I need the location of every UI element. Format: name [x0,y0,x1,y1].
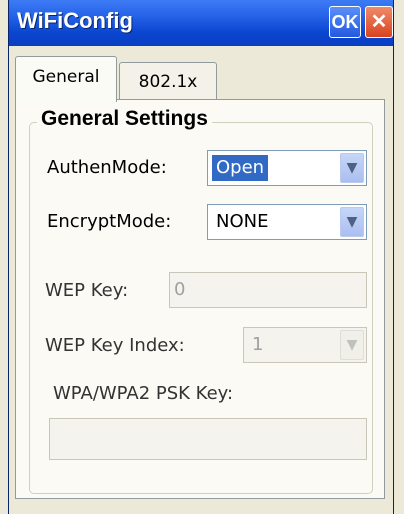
authen-mode-value: Open [212,155,269,181]
encrypt-mode-label: EncryptMode: [47,211,172,232]
chevron-down-icon[interactable]: ▼ [340,207,364,237]
chevron-down-icon[interactable]: ▼ [340,330,364,360]
tab-general[interactable]: General [15,56,117,102]
wep-key-index-label: WEP Key Index: [45,335,185,356]
authen-mode-select[interactable]: Open ▼ [207,150,367,186]
encrypt-mode-value: NONE [216,211,269,232]
wep-key-field[interactable]: 0 [169,272,367,308]
close-button[interactable]: ✕ [365,6,393,38]
wep-key-index-select[interactable]: 1 ▼ [243,327,367,363]
tab-802-1x[interactable]: 802.1x [119,62,217,100]
wep-key-index-value: 1 [252,334,264,355]
wificonfig-window: WiFiConfig OK ✕ General 802.1x General S… [8,0,394,514]
wpa-psk-key-label: WPA/WPA2 PSK Key: [53,383,234,404]
wep-key-label: WEP Key: [45,280,129,301]
authen-mode-label: AuthenMode: [47,157,167,178]
encrypt-mode-select[interactable]: NONE ▼ [207,204,367,240]
general-settings-title: General Settings [37,107,212,131]
chevron-down-icon[interactable]: ▼ [340,153,364,183]
window-title: WiFiConfig [17,8,133,33]
wpa-psk-key-field[interactable] [49,418,367,460]
title-bar: WiFiConfig OK ✕ [9,0,393,46]
close-icon: ✕ [370,11,388,33]
ok-button[interactable]: OK [329,6,361,38]
